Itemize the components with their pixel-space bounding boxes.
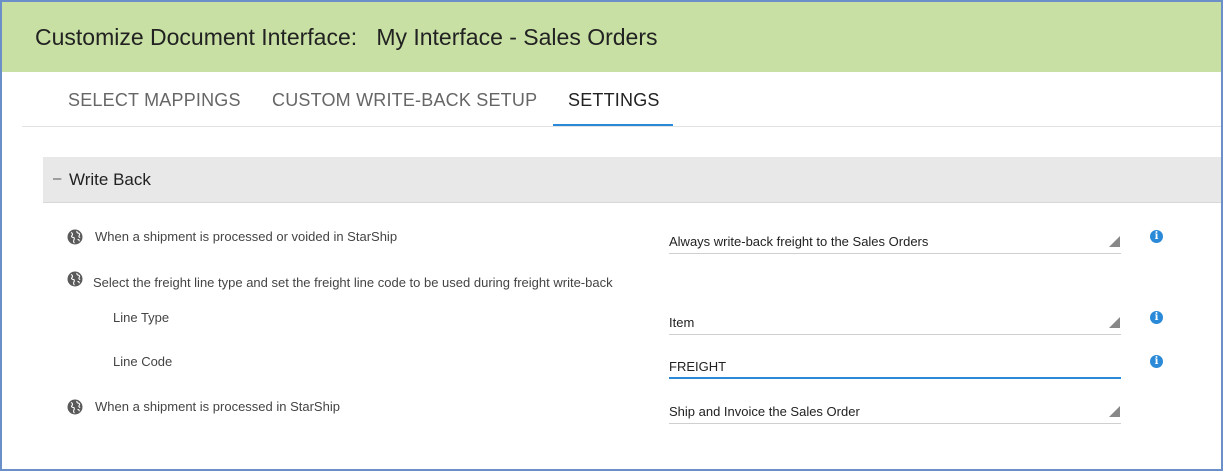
tab-select-mappings[interactable]: SELECT MAPPINGS xyxy=(68,90,241,111)
globe-icon xyxy=(67,399,83,415)
shipment-processed-value: Ship and Invoice the Sales Order xyxy=(669,404,860,419)
line-type-select[interactable]: Item xyxy=(669,309,1121,335)
page-title-prefix: Customize Document Interface: xyxy=(35,24,358,50)
write-back-section-header[interactable]: – Write Back xyxy=(43,157,1221,203)
tab-bar: SELECT MAPPINGS CUSTOM WRITE-BACK SETUP … xyxy=(22,72,1221,127)
line-code-input[interactable]: FREIGHT xyxy=(669,353,1121,379)
info-icon[interactable]: i xyxy=(1150,311,1163,324)
shipment-processed-or-voided-value: Always write-back freight to the Sales O… xyxy=(669,234,929,249)
globe-icon xyxy=(67,271,83,287)
dropdown-caret-icon xyxy=(1109,317,1120,328)
shipment-processed-or-voided-select[interactable]: Always write-back freight to the Sales O… xyxy=(669,228,1121,254)
dropdown-caret-icon xyxy=(1109,236,1120,247)
active-tab-indicator xyxy=(553,124,673,126)
tab-custom-write-back-setup[interactable]: CUSTOM WRITE-BACK SETUP xyxy=(272,90,537,111)
page-header: Customize Document Interface: My Interfa… xyxy=(2,2,1221,72)
freight-line-intro-label: Select the freight line type and set the… xyxy=(93,275,613,290)
line-code-label: Line Code xyxy=(113,354,173,369)
page-title: Customize Document Interface: My Interfa… xyxy=(35,24,658,51)
dropdown-caret-icon xyxy=(1109,406,1120,417)
shipment-processed-select[interactable]: Ship and Invoice the Sales Order xyxy=(669,398,1121,424)
interface-name: My Interface - Sales Orders xyxy=(376,24,658,50)
line-type-value: Item xyxy=(669,315,695,330)
shipment-processed-or-voided-label: When a shipment is processed or voided i… xyxy=(95,229,398,244)
shipment-processed-label: When a shipment is processed in StarShip xyxy=(95,399,340,414)
section-title: Write Back xyxy=(69,170,151,189)
globe-icon xyxy=(67,229,83,245)
tab-settings[interactable]: SETTINGS xyxy=(568,90,660,111)
info-icon[interactable]: i xyxy=(1150,230,1163,243)
line-code-value: FREIGHT xyxy=(669,359,727,374)
info-icon[interactable]: i xyxy=(1150,355,1163,368)
line-type-label: Line Type xyxy=(113,310,170,325)
collapse-icon[interactable]: – xyxy=(53,170,61,187)
